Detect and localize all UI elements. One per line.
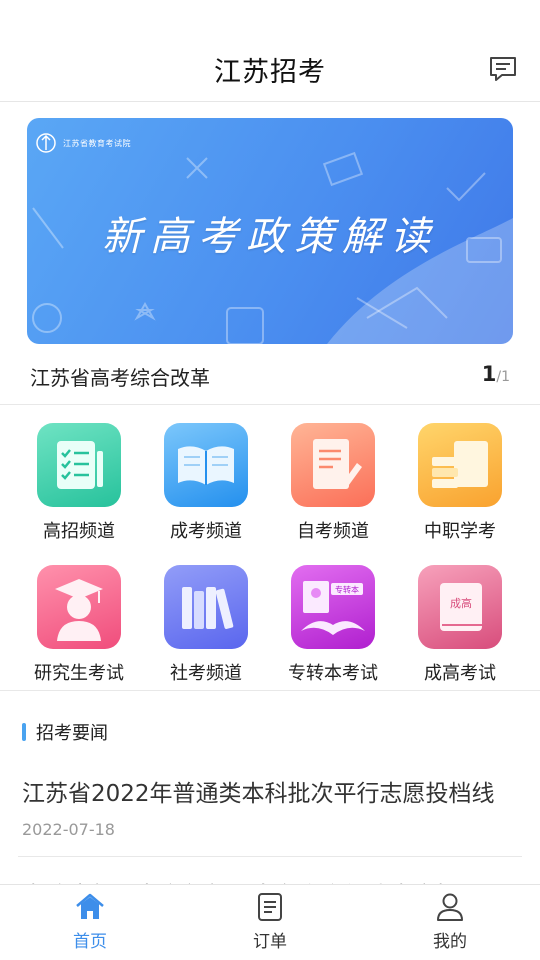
grid-item-zhuanzhuanben[interactable]: 专转本 专转本考试 — [268, 565, 398, 685]
grid-label: 中职学考 — [424, 521, 496, 542]
bottom-tab-bar: 首页 订单 我的 — [0, 884, 540, 960]
svg-text:专转本: 专转本 — [335, 585, 359, 595]
banner-caption[interactable]: 江苏省高考综合改革 — [30, 362, 210, 391]
tab-label: 我的 — [433, 932, 467, 952]
grid-label: 成高考试 — [424, 663, 496, 684]
pager-current: 1 — [481, 362, 497, 386]
message-icon[interactable] — [488, 54, 518, 84]
grid-label: 社考频道 — [170, 663, 242, 684]
grid-item-chenggao[interactable]: 成高 成高考试 — [395, 565, 525, 685]
news-section-header: 招考要闻 — [22, 720, 108, 744]
divider — [0, 690, 540, 691]
tab-label: 首页 — [73, 932, 107, 952]
user-icon — [437, 893, 463, 921]
grid-item-shekao[interactable]: 社考频道 — [141, 565, 271, 685]
page-title: 江苏招考 — [214, 57, 326, 88]
news-date: 2022-07-18 — [22, 820, 115, 839]
graduate-icon — [37, 565, 121, 649]
grid-item-zikao[interactable]: 自考频道 — [268, 423, 398, 543]
news-title: 江苏省2022年普通类本科批次平行志愿投档线 — [22, 781, 495, 807]
banner-title: 新高考政策解读 — [102, 214, 438, 260]
closed-book-icon: 成高 — [418, 565, 502, 649]
grid-item-gaozhao[interactable]: 高招频道 — [14, 423, 144, 543]
banner-caption-row: 江苏省高考综合改革 1/1 — [30, 360, 510, 392]
grid-label: 高招频道 — [43, 521, 115, 542]
news-item[interactable]: 江苏省2022年普通类本科批次平行志愿投档线 2022-07-18 — [22, 774, 522, 839]
document-pen-icon — [291, 423, 375, 507]
grid-item-chengkao[interactable]: 成考频道 — [141, 423, 271, 543]
grid-label: 成考频道 — [170, 521, 242, 542]
grid-label: 专转本考试 — [288, 663, 378, 684]
banner-logo-text: 江苏省教育考试院 — [63, 138, 131, 148]
svg-text:成高: 成高 — [450, 596, 472, 610]
grid-item-yanjiusheng[interactable]: 研究生考试 — [14, 565, 144, 685]
divider — [0, 404, 540, 405]
section-title: 招考要闻 — [36, 723, 108, 744]
section-accent-bar — [22, 723, 26, 741]
tab-orders[interactable]: 订单 — [210, 891, 330, 952]
app-header: 江苏招考 — [0, 36, 540, 102]
exam-authority-logo-icon — [36, 133, 56, 153]
grid-label: 自考频道 — [297, 521, 369, 542]
banner-logo: 江苏省教育考试院 — [35, 132, 131, 154]
home-icon — [76, 893, 104, 919]
bookshelf-icon — [164, 565, 248, 649]
tab-home[interactable]: 首页 — [30, 891, 150, 952]
banner-pager: 1/1 — [482, 362, 510, 386]
news-separator — [18, 856, 522, 857]
order-icon — [258, 893, 282, 921]
open-book-icon — [164, 423, 248, 507]
banner-carousel[interactable]: 江苏省教育考试院 新高考政策解读 — [27, 118, 513, 344]
certificate-book-icon: 专转本 — [291, 565, 375, 649]
tab-label: 订单 — [253, 932, 287, 952]
grid-item-zhongzhi[interactable]: 中职学考 — [395, 423, 525, 543]
tab-mine[interactable]: 我的 — [390, 891, 510, 952]
grid-label: 研究生考试 — [34, 663, 124, 684]
checklist-icon — [37, 423, 121, 507]
pager-total: /1 — [496, 369, 510, 385]
books-stack-icon — [418, 423, 502, 507]
